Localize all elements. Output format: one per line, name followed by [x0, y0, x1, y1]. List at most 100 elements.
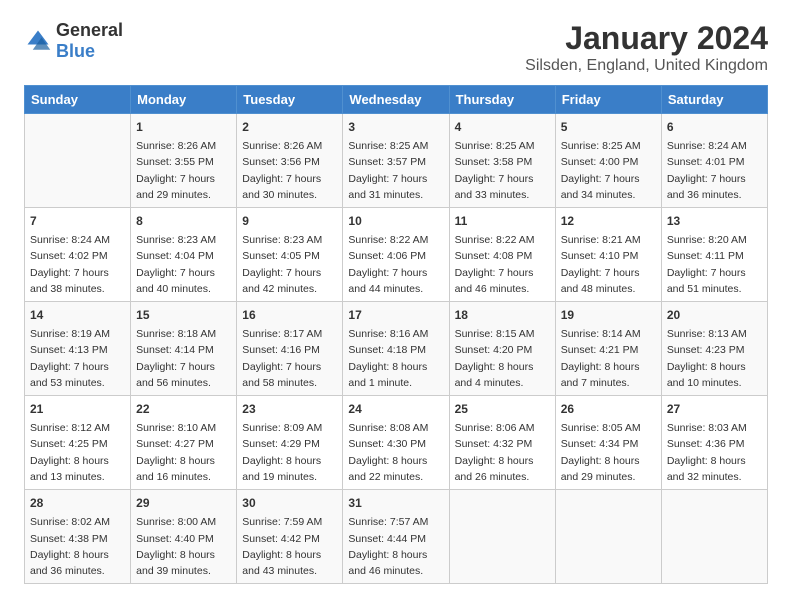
calendar-cell: 29Sunrise: 8:00 AMSunset: 4:40 PMDayligh…	[131, 490, 237, 584]
calendar-cell	[555, 490, 661, 584]
week-row-5: 28 Sunrise: 8:02 AMSunset: 4:38 PMDayligh…	[25, 490, 768, 584]
calendar-cell: 1Sunrise: 8:26 AMSunset: 3:55 PMDaylight…	[131, 114, 237, 208]
day-number: 8	[136, 212, 231, 230]
calendar-cell: 12 Sunrise: 8:21 AMSunset: 4:10 PMDayligh…	[555, 208, 661, 302]
day-number: 14	[30, 306, 125, 324]
day-number: 3	[348, 118, 443, 136]
header: General Blue January 2024 Silsden, Engla…	[24, 20, 768, 75]
logo-text: General Blue	[56, 20, 123, 62]
calendar-cell: 14 Sunrise: 8:19 AMSunset: 4:13 PMDayligh…	[25, 302, 131, 396]
week-row-1: 1Sunrise: 8:26 AMSunset: 3:55 PMDaylight…	[25, 114, 768, 208]
cell-text: Sunrise: 8:13 AMSunset: 4:23 PMDaylight:…	[667, 326, 762, 391]
cell-text: Sunrise: 8:25 AMSunset: 3:57 PMDaylight:…	[348, 138, 443, 203]
day-number: 27	[667, 400, 762, 418]
calendar-cell	[449, 490, 555, 584]
calendar-cell: 8 Sunrise: 8:23 AMSunset: 4:04 PMDaylight…	[131, 208, 237, 302]
day-number: 21	[30, 400, 125, 418]
cell-text: Sunrise: 8:12 AMSunset: 4:25 PMDaylight:…	[30, 420, 125, 485]
calendar-cell: 31 Sunrise: 7:57 AMSunset: 4:44 PMDayligh…	[343, 490, 449, 584]
cell-text: Sunrise: 8:09 AMSunset: 4:29 PMDaylight:…	[242, 420, 337, 485]
calendar-cell: 5Sunrise: 8:25 AMSunset: 4:00 PMDaylight…	[555, 114, 661, 208]
col-header-saturday: Saturday	[661, 86, 767, 114]
day-number: 19	[561, 306, 656, 324]
calendar-cell: 6 Sunrise: 8:24 AMSunset: 4:01 PMDaylight…	[661, 114, 767, 208]
cell-text: Sunrise: 8:10 AMSunset: 4:27 PMDaylight:…	[136, 420, 231, 485]
header-row: SundayMondayTuesdayWednesdayThursdayFrid…	[25, 86, 768, 114]
cell-text: Sunrise: 8:15 AMSunset: 4:20 PMDaylight:…	[455, 326, 550, 391]
day-number: 18	[455, 306, 550, 324]
day-number: 13	[667, 212, 762, 230]
cell-text: Sunrise: 8:24 AMSunset: 4:02 PMDaylight:…	[30, 232, 125, 297]
cell-text: Sunrise: 8:22 AMSunset: 4:06 PMDaylight:…	[348, 232, 443, 297]
col-header-friday: Friday	[555, 86, 661, 114]
calendar-cell: 2 Sunrise: 8:26 AMSunset: 3:56 PMDaylight…	[237, 114, 343, 208]
logo: General Blue	[24, 20, 123, 62]
day-number: 11	[455, 212, 550, 230]
day-number: 24	[348, 400, 443, 418]
calendar-cell: 27 Sunrise: 8:03 AMSunset: 4:36 PMDayligh…	[661, 396, 767, 490]
cell-text: Sunrise: 7:57 AMSunset: 4:44 PMDaylight:…	[348, 514, 443, 579]
day-number: 12	[561, 212, 656, 230]
logo-blue: Blue	[56, 41, 95, 61]
day-number: 16	[242, 306, 337, 324]
calendar-cell: 9 Sunrise: 8:23 AMSunset: 4:05 PMDaylight…	[237, 208, 343, 302]
calendar-cell: 3 Sunrise: 8:25 AMSunset: 3:57 PMDaylight…	[343, 114, 449, 208]
day-number: 26	[561, 400, 656, 418]
day-number: 31	[348, 494, 443, 512]
week-row-3: 14 Sunrise: 8:19 AMSunset: 4:13 PMDayligh…	[25, 302, 768, 396]
calendar-cell: 7Sunrise: 8:24 AMSunset: 4:02 PMDaylight…	[25, 208, 131, 302]
day-number: 10	[348, 212, 443, 230]
cell-text: Sunrise: 8:23 AMSunset: 4:05 PMDaylight:…	[242, 232, 337, 297]
day-number: 2	[242, 118, 337, 136]
cell-text: Sunrise: 8:21 AMSunset: 4:10 PMDaylight:…	[561, 232, 656, 297]
calendar-cell: 28 Sunrise: 8:02 AMSunset: 4:38 PMDayligh…	[25, 490, 131, 584]
cell-text: Sunrise: 8:05 AMSunset: 4:34 PMDaylight:…	[561, 420, 656, 485]
calendar-cell: 25Sunrise: 8:06 AMSunset: 4:32 PMDayligh…	[449, 396, 555, 490]
cell-text: Sunrise: 8:14 AMSunset: 4:21 PMDaylight:…	[561, 326, 656, 391]
calendar-cell: 13 Sunrise: 8:20 AMSunset: 4:11 PMDayligh…	[661, 208, 767, 302]
cell-text: Sunrise: 8:25 AMSunset: 3:58 PMDaylight:…	[455, 138, 550, 203]
day-number: 4	[455, 118, 550, 136]
day-number: 9	[242, 212, 337, 230]
calendar-cell: 10 Sunrise: 8:22 AMSunset: 4:06 PMDayligh…	[343, 208, 449, 302]
calendar-cell: 11 Sunrise: 8:22 AMSunset: 4:08 PMDayligh…	[449, 208, 555, 302]
calendar-cell: 22Sunrise: 8:10 AMSunset: 4:27 PMDayligh…	[131, 396, 237, 490]
day-number: 30	[242, 494, 337, 512]
calendar-cell	[661, 490, 767, 584]
logo-icon	[24, 27, 52, 55]
title-area: January 2024 Silsden, England, United Ki…	[525, 20, 768, 75]
day-number: 1	[136, 118, 231, 136]
cell-text: Sunrise: 8:16 AMSunset: 4:18 PMDaylight:…	[348, 326, 443, 391]
cell-text: Sunrise: 8:22 AMSunset: 4:08 PMDaylight:…	[455, 232, 550, 297]
calendar-cell: 17 Sunrise: 8:16 AMSunset: 4:18 PMDayligh…	[343, 302, 449, 396]
logo-general: General	[56, 20, 123, 40]
week-row-4: 21 Sunrise: 8:12 AMSunset: 4:25 PMDayligh…	[25, 396, 768, 490]
calendar-cell: 30Sunrise: 7:59 AMSunset: 4:42 PMDayligh…	[237, 490, 343, 584]
col-header-monday: Monday	[131, 86, 237, 114]
cell-text: Sunrise: 8:24 AMSunset: 4:01 PMDaylight:…	[667, 138, 762, 203]
cell-text: Sunrise: 8:08 AMSunset: 4:30 PMDaylight:…	[348, 420, 443, 485]
cell-text: Sunrise: 8:03 AMSunset: 4:36 PMDaylight:…	[667, 420, 762, 485]
day-number: 15	[136, 306, 231, 324]
cell-text: Sunrise: 8:02 AMSunset: 4:38 PMDaylight:…	[30, 514, 125, 579]
cell-text: Sunrise: 8:26 AMSunset: 3:56 PMDaylight:…	[242, 138, 337, 203]
calendar-cell: 23Sunrise: 8:09 AMSunset: 4:29 PMDayligh…	[237, 396, 343, 490]
day-number: 25	[455, 400, 550, 418]
calendar-cell: 20Sunrise: 8:13 AMSunset: 4:23 PMDayligh…	[661, 302, 767, 396]
calendar-cell: 21 Sunrise: 8:12 AMSunset: 4:25 PMDayligh…	[25, 396, 131, 490]
week-row-2: 7Sunrise: 8:24 AMSunset: 4:02 PMDaylight…	[25, 208, 768, 302]
main-title: January 2024	[525, 20, 768, 57]
day-number: 28	[30, 494, 125, 512]
subtitle: Silsden, England, United Kingdom	[525, 57, 768, 75]
calendar-header: SundayMondayTuesdayWednesdayThursdayFrid…	[25, 86, 768, 114]
calendar-table: SundayMondayTuesdayWednesdayThursdayFrid…	[24, 85, 768, 584]
cell-text: Sunrise: 8:23 AMSunset: 4:04 PMDaylight:…	[136, 232, 231, 297]
cell-text: Sunrise: 8:25 AMSunset: 4:00 PMDaylight:…	[561, 138, 656, 203]
cell-text: Sunrise: 8:19 AMSunset: 4:13 PMDaylight:…	[30, 326, 125, 391]
calendar-cell: 4 Sunrise: 8:25 AMSunset: 3:58 PMDaylight…	[449, 114, 555, 208]
cell-text: Sunrise: 8:20 AMSunset: 4:11 PMDaylight:…	[667, 232, 762, 297]
day-number: 17	[348, 306, 443, 324]
day-number: 6	[667, 118, 762, 136]
calendar-cell: 24 Sunrise: 8:08 AMSunset: 4:30 PMDayligh…	[343, 396, 449, 490]
col-header-tuesday: Tuesday	[237, 86, 343, 114]
